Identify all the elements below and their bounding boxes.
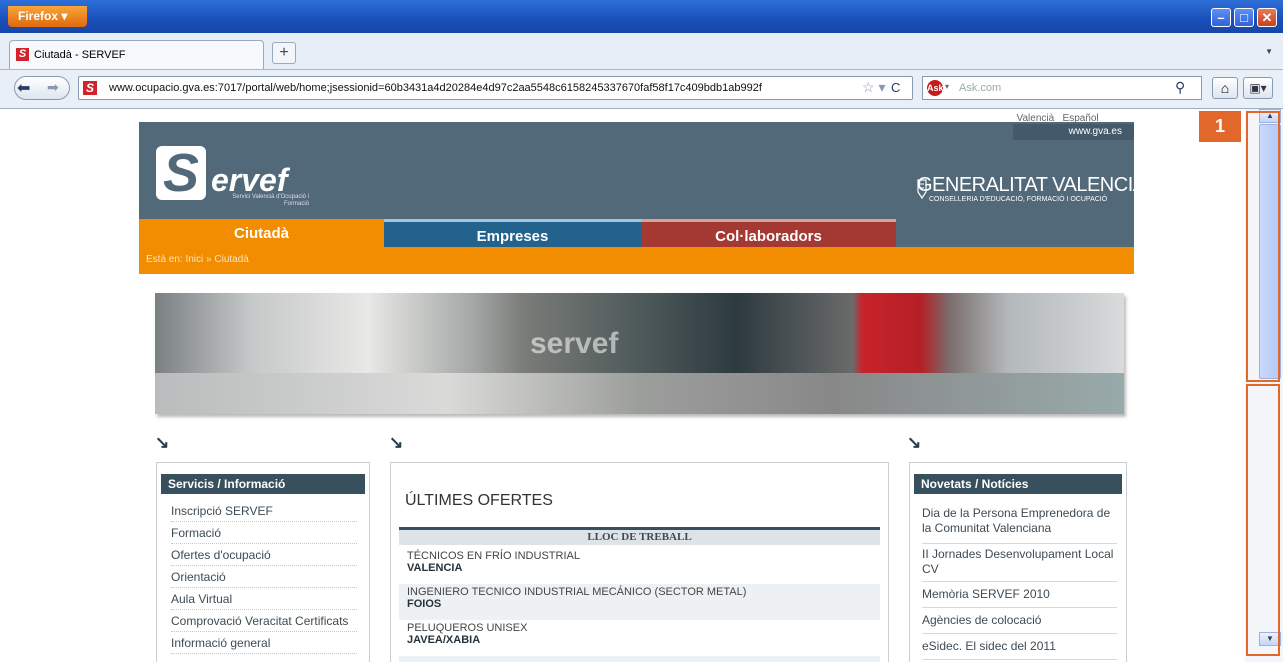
tab-list-chevron-icon[interactable]: ▼	[1265, 47, 1273, 56]
news-panel: Novetats / Notícies Dia de la Persona Em…	[909, 462, 1127, 662]
news-link[interactable]: Agències de colocació	[922, 613, 1117, 634]
offers-title: ÚLTIMES OFERTES	[405, 492, 553, 509]
tab-strip: S Ciutadà - SERVEF + ▼	[0, 33, 1283, 70]
services-panel: Servicis / Informació Inscripció SERVEF …	[156, 462, 370, 662]
tab-title: Ciutadà - SERVEF	[34, 49, 126, 61]
arrow-down-right-icon: ↘	[155, 433, 170, 452]
job-location: VALENCIA	[407, 562, 463, 574]
ask-engine-icon[interactable]: Ask	[927, 80, 944, 96]
tab-colaboradors[interactable]: Col·laboradors	[641, 219, 896, 247]
home-icon[interactable]: ⌂	[1212, 77, 1238, 99]
maximize-icon[interactable]: □	[1234, 8, 1254, 27]
site-header: www.gva.es S ervef Servici Valencià d'Oc…	[139, 122, 1173, 219]
search-bar[interactable]: Ask ▾ Ask.com ⚲	[922, 76, 1202, 100]
conselleria-subtitle: CONSELLERIA D'EDUCACIÓ, FORMACIÓ I OCUPA…	[929, 196, 1108, 203]
servef-logo-letter[interactable]: S	[156, 146, 206, 200]
servef-logo-subtitle: Servici Valencià d'Ocupació i Formació	[232, 194, 309, 207]
site-identity-icon[interactable]: S	[83, 81, 97, 95]
banner-photo-text: servef	[530, 327, 619, 360]
servef-favicon-icon: S	[16, 48, 29, 61]
news-link[interactable]: Dia de la Persona Emprenedora de la Comu…	[922, 506, 1117, 544]
web-content: _Valencià _Español www.gva.es S ervef Se…	[0, 109, 1245, 662]
back-arrow-icon[interactable]: ⬅	[17, 78, 30, 98]
generalitat-title[interactable]: GENERALITAT VALENCIANA	[917, 174, 1173, 197]
table-row[interactable]: TÉCNICOS EN FRÍO INDUSTRIAL VALENCIA	[399, 548, 880, 584]
services-heading: Servicis / Informació	[161, 474, 365, 494]
breadcrumb-bar: Està en: Inici » Ciutadà	[139, 247, 1134, 274]
job-title[interactable]: PELUQUEROS UNISEX	[407, 620, 880, 634]
banner-photo-ground	[155, 373, 1124, 414]
reload-icon[interactable]: C	[891, 80, 900, 95]
close-icon[interactable]: ✕	[1257, 8, 1277, 27]
arrow-down-right-icon: ↘	[389, 433, 404, 452]
url-input[interactable]: www.ocupacio.gva.es:7017/portal/web/home…	[109, 82, 762, 94]
addon-icon[interactable]: ▣▾	[1243, 77, 1273, 99]
service-link[interactable]: Inscripció SERVEF	[171, 504, 357, 522]
service-link[interactable]: Orientació	[171, 570, 357, 588]
window-titlebar: Firefox ▾ – □ ✕	[0, 0, 1283, 33]
bookmark-star-icon[interactable]: ☆ ▾	[862, 79, 885, 96]
news-heading: Novetats / Notícies	[914, 474, 1122, 494]
site-search-area: ⚲	[896, 219, 1134, 247]
annotation-badge: 1	[1199, 111, 1241, 142]
new-tab-button[interactable]: +	[272, 42, 296, 64]
gva-link[interactable]: www.gva.es	[1013, 124, 1134, 140]
table-row[interactable]: INGENIERO TECNICO INDUSTRIAL MECÁNICO (S…	[399, 584, 880, 620]
engine-dropdown-icon[interactable]: ▾	[945, 82, 949, 91]
tab-ciutada[interactable]: Ciutadà	[139, 219, 384, 247]
offers-column-header: LLOC DE TREBALL	[399, 530, 880, 545]
minimize-icon[interactable]: –	[1211, 8, 1231, 27]
browser-tab[interactable]: S Ciutadà - SERVEF	[9, 40, 264, 69]
service-link[interactable]: Aula Virtual	[171, 592, 357, 610]
highlight-scrollbar-lower	[1246, 384, 1280, 656]
news-link[interactable]: eSidec. El sidec del 2011	[922, 639, 1117, 660]
navigation-toolbar: ⬅ ➡ S www.ocupacio.gva.es:7017/portal/we…	[0, 70, 1283, 109]
tab-empreses[interactable]: Empreses	[384, 219, 641, 247]
site-nav: Ciutadà Empreses Col·laboradors ⚲	[139, 219, 1134, 247]
forward-arrow-icon[interactable]: ➡	[47, 79, 59, 96]
job-location: JAVEA/XABIA	[407, 634, 481, 646]
search-input[interactable]: Ask.com	[959, 82, 1001, 94]
firefox-menu-button[interactable]: Firefox ▾	[8, 6, 87, 27]
job-title[interactable]: INGENIERO TECNICO INDUSTRIAL MECÁNICO (S…	[407, 584, 880, 598]
back-forward-group: ⬅ ➡	[14, 76, 70, 100]
highlight-scrollbar-upper	[1246, 111, 1280, 382]
service-link[interactable]: Comprovació Veracitat Certificats	[171, 614, 357, 632]
news-link[interactable]: II Jornades Desenvolupament Local CV	[922, 547, 1117, 582]
news-link[interactable]: Memòria SERVEF 2010	[922, 587, 1117, 608]
banner-photo: servef	[155, 293, 1124, 414]
breadcrumb[interactable]: Està en: Inici » Ciutadà	[146, 254, 249, 265]
address-bar[interactable]: S www.ocupacio.gva.es:7017/portal/web/ho…	[78, 76, 913, 100]
job-location: FOIOS	[407, 598, 442, 610]
job-title[interactable]: TÉCNICOS EN FRÍO INDUSTRIAL	[407, 548, 880, 562]
table-row[interactable]: PELUQUEROS UNISEX JAVEA/XABIA	[399, 620, 880, 656]
service-link[interactable]: Formació	[171, 526, 357, 544]
table-row	[399, 656, 880, 662]
search-icon[interactable]: ⚲	[1175, 79, 1185, 96]
arrow-down-right-icon: ↘	[907, 433, 922, 452]
offers-panel: ÚLTIMES OFERTES LLOC DE TREBALL TÉCNICOS…	[390, 462, 889, 662]
service-link[interactable]: Informació general	[171, 636, 357, 654]
service-link[interactable]: Ofertes d'ocupació	[171, 548, 357, 566]
